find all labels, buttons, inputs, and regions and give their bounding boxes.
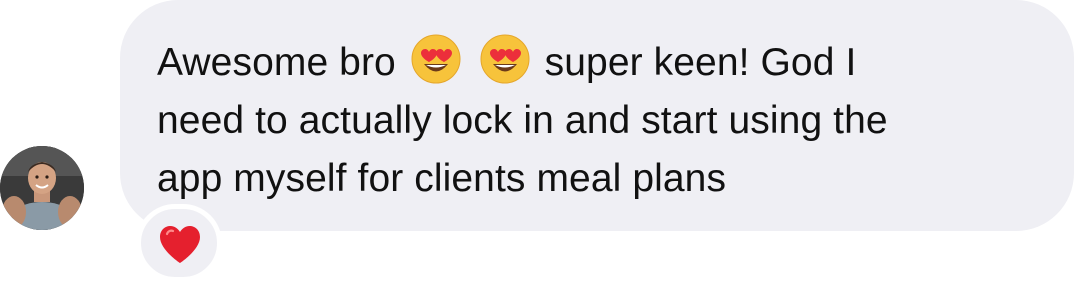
message-text: Awesome bro super keen! God I need to ac…	[157, 33, 1037, 208]
red-heart-icon	[158, 225, 202, 265]
message-line-1-end: super keen! God I	[544, 41, 857, 84]
message-line-3: app myself for clients meal plans	[157, 157, 727, 200]
message-bubble[interactable]: Awesome bro super keen! God I need to ac…	[120, 0, 1074, 231]
reaction-badge[interactable]	[136, 204, 222, 282]
message-line-2: need to actually lock in and start using…	[157, 99, 888, 142]
heart-eyes-emoji-icon	[479, 33, 531, 85]
message-line-1-start: Awesome bro	[157, 41, 396, 84]
heart-eyes-emoji-icon	[410, 33, 462, 85]
avatar[interactable]	[0, 146, 84, 230]
user-avatar-photo	[0, 146, 84, 230]
